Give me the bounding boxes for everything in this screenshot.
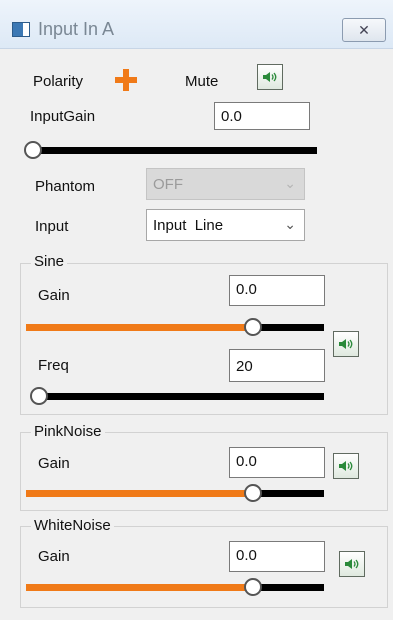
pinknoise-mute-button[interactable] [333, 453, 359, 479]
pinknoise-gain-label: Gain [38, 455, 70, 472]
phantom-label: Phantom [35, 178, 96, 195]
whitenoise-gain-slider-track[interactable] [253, 584, 324, 591]
polarity-button[interactable] [113, 67, 139, 93]
phantom-select: OFF ⌄ [146, 168, 305, 200]
sine-gain-label: Gain [38, 287, 70, 304]
chevron-down-icon: ⌄ [284, 216, 296, 232]
sine-freq-slider-thumb[interactable] [30, 387, 48, 405]
sine-freq-field[interactable]: 20 [229, 349, 325, 382]
input-select[interactable]: Input Line ⌄ [146, 209, 305, 241]
whitenoise-group [20, 526, 388, 608]
sine-group-title: Sine [31, 253, 68, 270]
whitenoise-gain-label: Gain [38, 548, 70, 565]
phantom-value: OFF [153, 176, 183, 193]
pinknoise-gain-slider-fill[interactable] [26, 490, 254, 497]
whitenoise-mute-button[interactable] [339, 551, 365, 577]
mute-label: Mute [185, 73, 219, 90]
whitenoise-gain-field[interactable]: 0.0 [229, 541, 325, 572]
input-value: Input Line [153, 217, 224, 234]
pinknoise-gain-slider-track[interactable] [253, 490, 324, 497]
input-gain-field[interactable]: 0.0 [214, 102, 310, 130]
sine-gain-slider-track[interactable] [253, 324, 324, 331]
title-bar: Input In A ✕ [0, 0, 393, 49]
speaker-icon [345, 559, 359, 569]
polarity-label: Polarity [33, 73, 84, 90]
close-icon: ✕ [358, 21, 370, 38]
whitenoise-group-title: WhiteNoise [31, 517, 114, 534]
input-gain-slider-track[interactable] [38, 147, 317, 154]
input-label: Input [35, 218, 69, 235]
input-gain-slider-thumb[interactable] [24, 141, 42, 159]
sine-freq-label: Freq [38, 357, 69, 374]
close-button[interactable]: ✕ [342, 18, 386, 42]
chevron-down-icon: ⌄ [284, 175, 296, 191]
speaker-icon [339, 339, 353, 349]
sine-mute-button[interactable] [333, 331, 359, 357]
sine-gain-slider-fill[interactable] [26, 324, 254, 331]
pinknoise-gain-field[interactable]: 0.0 [229, 447, 325, 478]
speaker-icon [339, 461, 353, 471]
pinknoise-group-title: PinkNoise [31, 423, 105, 440]
sine-gain-field[interactable]: 0.0 [229, 275, 325, 306]
input-gain-label: InputGain [30, 108, 96, 125]
speaker-icon [263, 72, 277, 82]
sine-freq-slider-track[interactable] [38, 393, 324, 400]
whitenoise-gain-slider-fill[interactable] [26, 584, 254, 591]
window-title: Input In A [38, 19, 115, 39]
mute-button[interactable] [257, 64, 283, 90]
window-icon [12, 22, 30, 37]
